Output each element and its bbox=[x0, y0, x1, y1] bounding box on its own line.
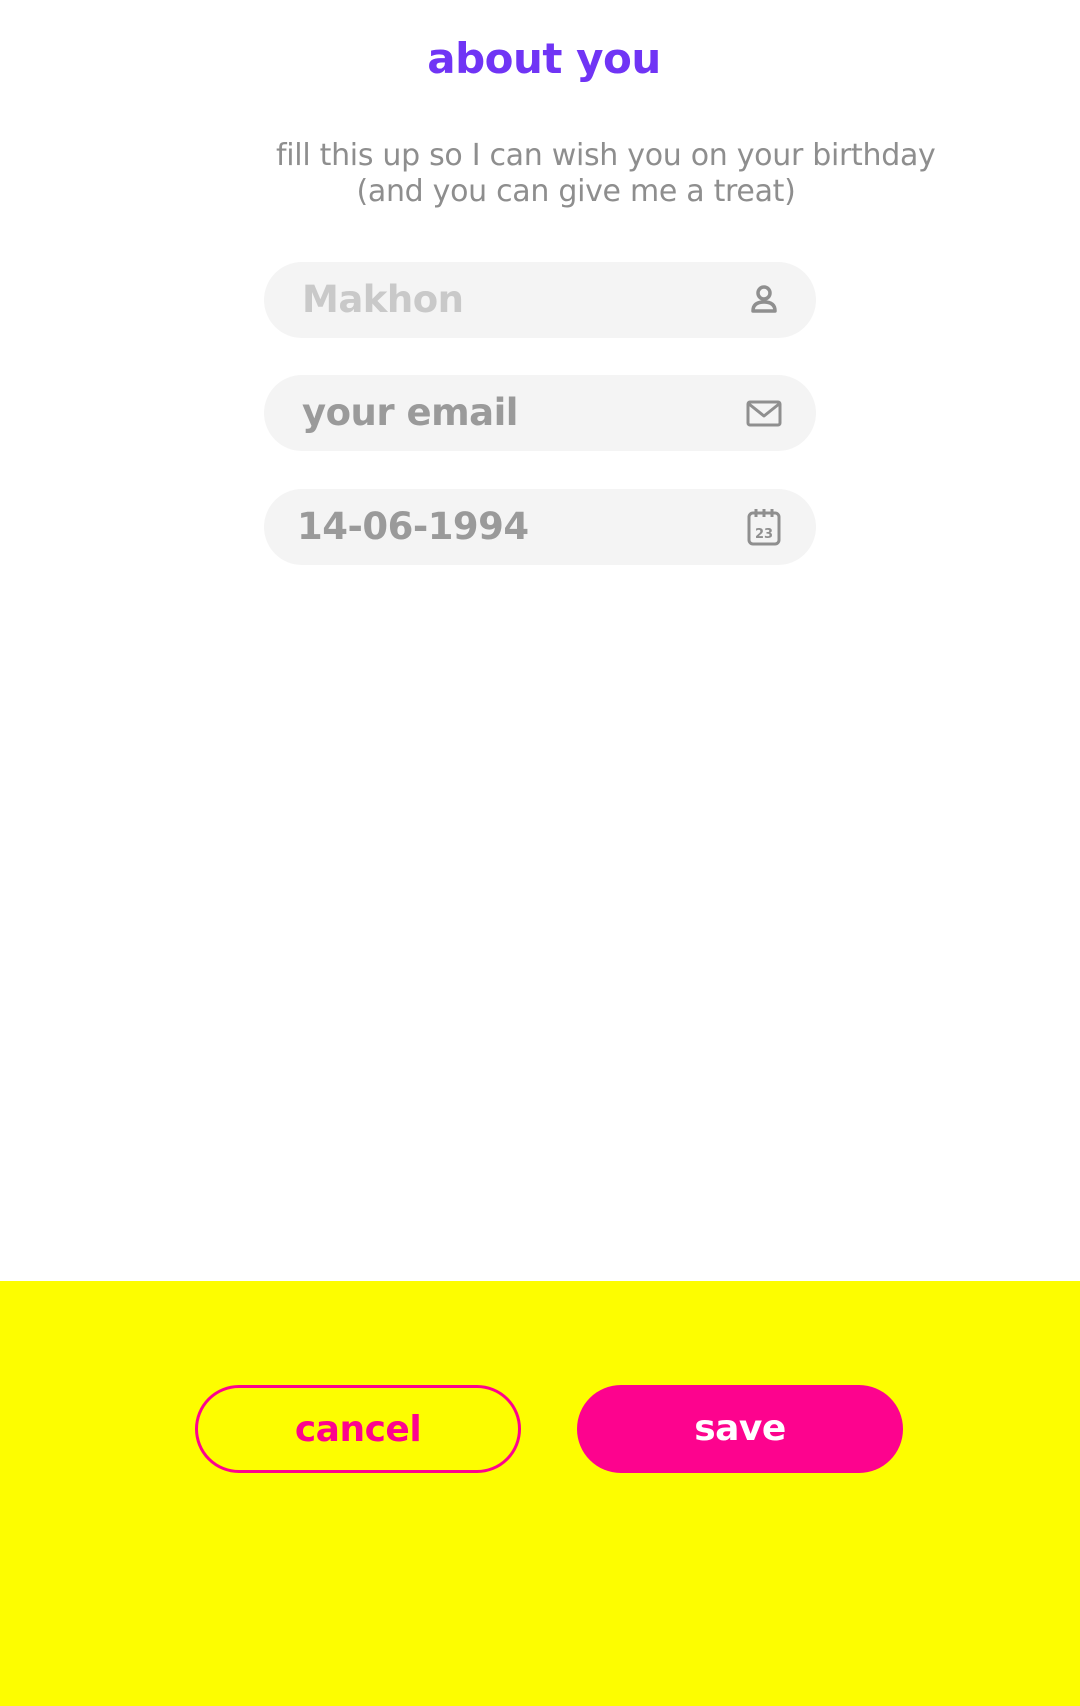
name-field[interactable]: Makhon bbox=[264, 262, 816, 338]
cancel-button[interactable]: cancel bbox=[195, 1385, 521, 1473]
intro-line-2: (and you can give me a treat) bbox=[356, 174, 796, 209]
action-bar: cancel save bbox=[0, 1281, 1080, 1706]
page-title: about you bbox=[427, 34, 661, 83]
email-field[interactable]: your email bbox=[264, 375, 816, 451]
save-button[interactable]: save bbox=[577, 1385, 903, 1473]
intro-line-1: fill this up so I can wish you on your b… bbox=[276, 138, 936, 173]
birthday-field[interactable]: 14-06-1994 23 bbox=[264, 489, 816, 565]
intro-text: fill this up so I can wish you on your b… bbox=[276, 138, 936, 210]
mail-icon bbox=[746, 400, 782, 427]
calendar-icon: 23 bbox=[747, 509, 781, 546]
person-icon bbox=[751, 285, 777, 313]
name-placeholder: Makhon bbox=[302, 278, 464, 321]
form-area: about you fill this up so I can wish you… bbox=[0, 0, 1080, 1281]
birthday-value: 14-06-1994 bbox=[297, 505, 529, 548]
calendar-day-label: 23 bbox=[755, 527, 773, 542]
email-placeholder: your email bbox=[302, 391, 519, 434]
